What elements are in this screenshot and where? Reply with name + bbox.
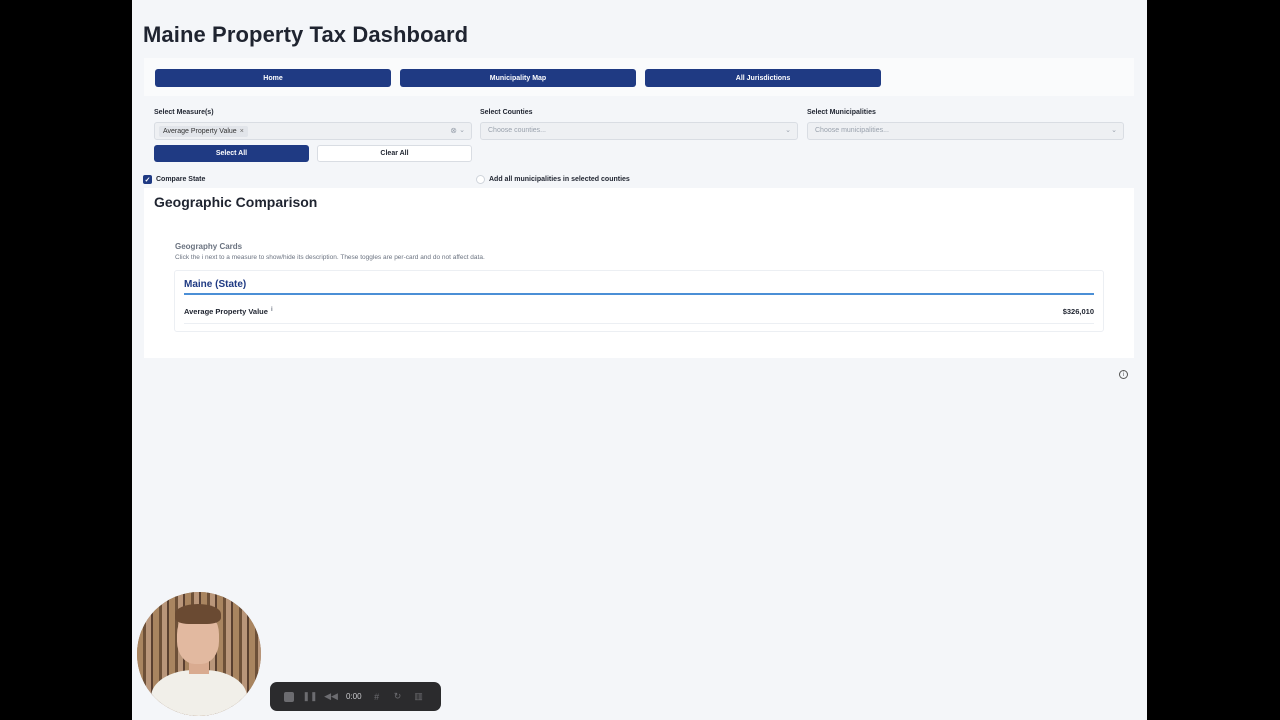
add-all-checkbox[interactable]	[476, 175, 485, 184]
card-divider	[184, 293, 1094, 295]
info-icon[interactable]: i	[271, 307, 273, 313]
compare-state-label: Compare State	[156, 176, 206, 183]
counties-label: Select Counties	[480, 109, 533, 116]
measures-select[interactable]: Average Property Value × ⊗ ⌄	[154, 122, 472, 140]
measure-row: Average Property Value i $326,010	[184, 304, 1094, 324]
recording-time: 0:00	[346, 692, 362, 701]
add-all-municipalities-toggle[interactable]: Add all municipalities in selected count…	[476, 175, 630, 184]
measure-name: Average Property Value i	[184, 307, 273, 316]
nav-home-button[interactable]: Home	[155, 69, 391, 87]
clear-all-button[interactable]: Clear All	[317, 145, 472, 162]
screen-recorder-toolbar: ❚❚ ◀◀ 0:00 # ↻ ▥	[270, 682, 441, 711]
webcam-person-hair	[175, 604, 221, 624]
measure-tag-label: Average Property Value	[163, 128, 237, 135]
compare-state-toggle[interactable]: ✓ Compare State	[143, 175, 205, 184]
select-all-button[interactable]: Select All	[154, 145, 309, 162]
webcam-overlay	[137, 592, 261, 716]
measure-name-label: Average Property Value	[184, 307, 268, 316]
grid-icon[interactable]: #	[371, 691, 383, 703]
remove-tag-icon[interactable]: ×	[240, 128, 244, 135]
chevron-down-icon[interactable]: ⌄	[785, 126, 791, 134]
chevron-down-icon[interactable]: ⌄	[459, 126, 465, 134]
page-title: Maine Property Tax Dashboard	[143, 22, 469, 47]
counties-select[interactable]: Choose counties... ⌄	[480, 122, 798, 140]
card-title: Maine (State)	[184, 279, 247, 290]
municipalities-label: Select Municipalities	[807, 109, 876, 116]
compare-state-checkbox[interactable]: ✓	[143, 175, 152, 184]
geography-card: Maine (State) Average Property Value i $3…	[174, 270, 1104, 332]
stop-icon[interactable]	[283, 691, 295, 703]
rewind-icon[interactable]: ◀◀	[324, 691, 338, 703]
info-circle-icon[interactable]: i	[1119, 370, 1128, 379]
counties-placeholder: Choose counties...	[488, 127, 546, 134]
cards-description: Click the i next to a measure to show/hi…	[175, 254, 485, 261]
measure-tag: Average Property Value ×	[159, 126, 248, 137]
nav-municipality-map-button[interactable]: Municipality Map	[400, 69, 636, 87]
pause-icon[interactable]: ❚❚	[302, 691, 317, 703]
section-title: Geographic Comparison	[154, 194, 318, 210]
chevron-down-icon[interactable]: ⌄	[1111, 126, 1117, 134]
trash-icon[interactable]: ▥	[413, 691, 425, 703]
measure-value: $326,010	[1062, 307, 1094, 316]
nav-all-jurisdictions-button[interactable]: All Jurisdictions	[645, 69, 881, 87]
restart-icon[interactable]: ↻	[392, 691, 404, 703]
measures-label: Select Measure(s)	[154, 109, 214, 116]
municipalities-select[interactable]: Choose municipalities... ⌄	[807, 122, 1124, 140]
add-all-label: Add all municipalities in selected count…	[489, 176, 630, 183]
geographic-comparison-section: Geographic Comparison Geography Cards Cl…	[144, 188, 1134, 358]
municipalities-placeholder: Choose municipalities...	[815, 127, 889, 134]
webcam-person-body	[151, 670, 247, 716]
clear-icon[interactable]: ⊗	[450, 126, 457, 135]
cards-title: Geography Cards	[175, 242, 243, 251]
dashboard-page: Maine Property Tax Dashboard Home Munici…	[132, 0, 1147, 720]
nav-panel: Home Municipality Map All Jurisdictions	[144, 58, 1134, 96]
